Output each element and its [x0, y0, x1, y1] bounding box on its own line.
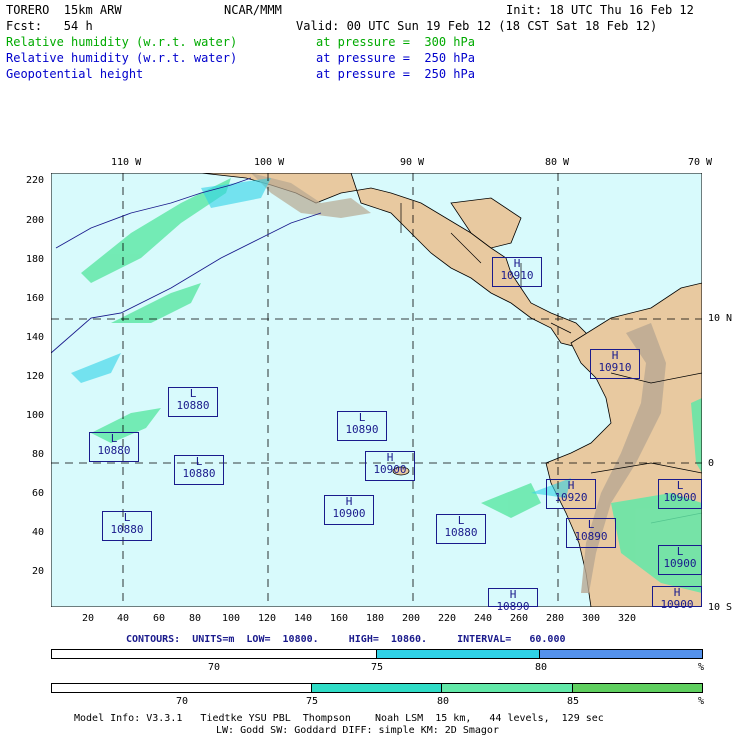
cbar2-label: 85 — [567, 696, 580, 707]
y-tick: 200 — [26, 215, 45, 226]
high-box: H 10910 — [590, 349, 640, 379]
x-tick: 100 — [222, 613, 241, 624]
field-1-name: Relative humidity (w.r.t. water) — [6, 35, 238, 49]
cbar2-label: 75 — [306, 696, 319, 707]
low-box: L 10890 — [566, 518, 616, 548]
lat-label-0: 0 — [708, 458, 715, 469]
cbar2-seg-green — [572, 684, 703, 692]
cbar2-label: 80 — [437, 696, 450, 707]
x-tick: 300 — [582, 613, 601, 624]
high-box: H 10920 — [546, 479, 596, 509]
high-box: H 10890 — [488, 588, 538, 613]
x-tick: 240 — [474, 613, 493, 624]
lat-label-10s: 10 S — [708, 602, 733, 613]
low-box: L 10900 — [658, 479, 702, 509]
y-tick: 80 — [32, 449, 45, 460]
model-title: TORERO 15km ARW — [6, 3, 122, 17]
cbar2-seg-white — [52, 684, 312, 692]
x-tick: 280 — [546, 613, 565, 624]
low-box: L 10880 — [174, 455, 224, 485]
field-2-level: at pressure = 250 hPa — [316, 51, 475, 65]
y-tick: 20 — [32, 566, 45, 577]
x-tick: 180 — [366, 613, 385, 624]
x-tick: 160 — [330, 613, 349, 624]
high-box: H 10910 — [492, 257, 542, 287]
y-tick: 180 — [26, 254, 45, 265]
x-tick: 320 — [618, 613, 637, 624]
cbar1-label: 80 — [535, 662, 548, 673]
lon-label-100w: 100 W — [254, 157, 285, 168]
low-box: L 10890 — [337, 411, 387, 441]
cbar1-seg-blue — [540, 650, 702, 658]
y-tick: 120 — [26, 371, 45, 382]
x-tick: 20 — [82, 613, 95, 624]
init-time: Init: 18 UTC Thu 16 Feb 12 — [506, 3, 694, 17]
cbar1-label: % — [698, 662, 705, 673]
cbar2-label: % — [698, 696, 705, 707]
x-tick: 80 — [189, 613, 202, 624]
low-box: L 10900 — [658, 545, 702, 575]
y-tick: 160 — [26, 293, 45, 304]
colorbar-rh-300 — [51, 683, 703, 693]
x-tick: 140 — [294, 613, 313, 624]
y-tick: 60 — [32, 488, 45, 499]
lat-label-10n: 10 N — [708, 313, 733, 324]
high-box: H 10900 — [365, 451, 415, 481]
x-tick: 120 — [258, 613, 277, 624]
lon-label-90w: 90 W — [400, 157, 425, 168]
cbar1-seg-white — [52, 650, 377, 658]
org-label: NCAR/MMM — [224, 3, 282, 17]
y-tick: 220 — [26, 175, 45, 186]
cbar1-seg-cyan — [377, 650, 540, 658]
cbar2-seg-teal — [311, 684, 443, 692]
field-3-name: Geopotential height — [6, 67, 144, 81]
y-tick: 140 — [26, 332, 45, 343]
low-box: L 10880 — [168, 387, 218, 417]
high-box: H 10900 — [652, 586, 702, 611]
cbar1-label: 75 — [371, 662, 384, 673]
y-tick: 40 — [32, 527, 45, 538]
cbar2-seg-light-green — [442, 684, 573, 692]
x-tick: 200 — [402, 613, 421, 624]
valid-time: Valid: 00 UTC Sun 19 Feb 12 (18 CST Sat … — [296, 19, 658, 33]
x-tick: 220 — [438, 613, 457, 624]
field-3-level: at pressure = 250 hPa — [316, 67, 475, 81]
y-tick: 100 — [26, 410, 45, 421]
x-tick: 260 — [510, 613, 529, 624]
colorbar-rh-250 — [51, 649, 703, 659]
lon-label-70w: 70 W — [688, 157, 713, 168]
cbar1-label: 70 — [208, 662, 221, 673]
field-1-level: at pressure = 300 hPa — [316, 35, 475, 49]
model-info-line-1: Model Info: V3.3.1 Tiedtke YSU PBL Thomp… — [74, 713, 604, 724]
x-tick: 40 — [117, 613, 130, 624]
cbar2-label: 70 — [176, 696, 189, 707]
field-2-name: Relative humidity (w.r.t. water) — [6, 51, 238, 65]
x-tick: 60 — [153, 613, 166, 624]
lon-label-80w: 80 W — [545, 157, 570, 168]
contours-caption: CONTOURS: UNITS=m LOW= 10800. HIGH= 1086… — [126, 634, 566, 645]
lon-label-110w: 110 W — [111, 157, 142, 168]
low-box: L 10880 — [436, 514, 486, 544]
high-box: H 10900 — [324, 495, 374, 525]
model-info-line-2: LW: Godd SW: Goddard DIFF: simple KM: 2D… — [216, 725, 499, 736]
forecast-hour: Fcst: 54 h — [6, 19, 93, 33]
low-box: L 10880 — [102, 511, 152, 541]
low-box: L 10880 — [89, 432, 139, 462]
